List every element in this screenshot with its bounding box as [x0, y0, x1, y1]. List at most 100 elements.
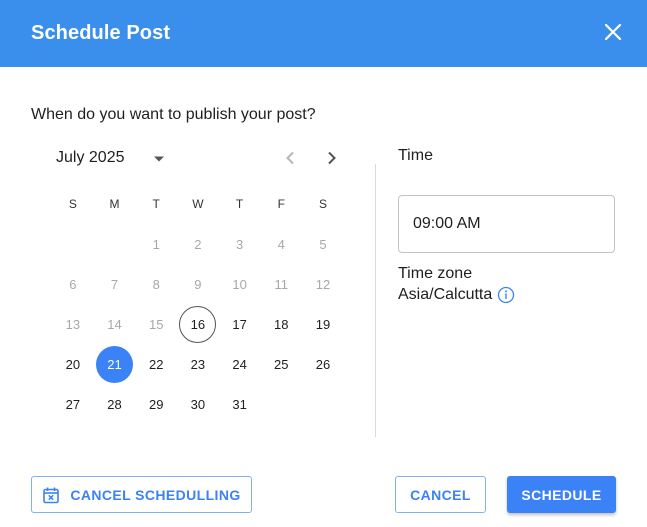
calendar-cell: 29: [135, 384, 177, 424]
weekday-label: F: [277, 197, 285, 211]
chevron-left-icon: [286, 151, 294, 165]
calendar-cell: 18: [260, 305, 302, 345]
info-icon[interactable]: [497, 286, 515, 304]
calendar-cell: 25: [260, 344, 302, 384]
calendar-day[interactable]: 25: [263, 346, 300, 383]
calendar-cell: 6: [52, 265, 94, 305]
weekday-label: M: [109, 197, 120, 211]
dialog-title: Schedule Post: [31, 22, 171, 44]
calendar-day[interactable]: 26: [304, 346, 341, 383]
calendar-day: 7: [110, 277, 119, 293]
calendar-cell: 10: [219, 265, 261, 305]
weekday-label: S: [318, 197, 327, 211]
schedule-label: SCHEDULE: [521, 486, 602, 503]
calendar-day[interactable]: 20: [54, 346, 91, 383]
calendar-cell: [302, 384, 344, 424]
calendar-day: 11: [274, 277, 289, 293]
calendar-cell: 11: [260, 265, 302, 305]
calendar-day: 12: [315, 277, 331, 293]
schedule-post-dialog: Schedule Post When do you want to publis…: [0, 0, 647, 527]
time-field[interactable]: 09:00 AM: [398, 195, 615, 253]
calendar-cancel-icon: [43, 487, 60, 503]
month-dropdown-button[interactable]: [150, 150, 168, 168]
cancel-scheduling-label: CANCEL SCHEDULLING: [70, 486, 241, 503]
time-label: Time: [398, 147, 433, 164]
calendar-day: 3: [235, 237, 244, 253]
calendar-cell: 17: [219, 305, 261, 345]
calendar-day: 14: [107, 316, 122, 332]
calendar-day: 8: [152, 277, 160, 293]
calendar-cell: 14: [94, 305, 136, 345]
chevron-down-icon: [154, 156, 164, 162]
calendar-cell: 24: [219, 344, 261, 384]
calendar-day[interactable]: 22: [138, 346, 175, 383]
calendar-cell: 12: [302, 265, 344, 305]
calendar-cell: 31: [219, 384, 261, 424]
calendar-day-selected[interactable]: 21: [96, 345, 134, 383]
calendar-day[interactable]: 18: [263, 306, 300, 343]
weekday-label: S: [68, 197, 77, 211]
weekday-label: W: [192, 197, 204, 211]
calendar-cell: 23: [177, 344, 219, 384]
calendar-cell: 22: [135, 344, 177, 384]
month-label: July 2025: [56, 149, 125, 166]
calendar-day[interactable]: 17: [221, 306, 258, 343]
calendar-day: 10: [232, 277, 247, 293]
calendar-cell: 20: [52, 344, 94, 384]
calendar-cell: 27: [52, 384, 94, 424]
calendar-cell: 8: [135, 265, 177, 305]
calendar-day: 4: [277, 237, 285, 253]
calendar-cell: [94, 225, 136, 265]
calendar-cell: 19: [302, 305, 344, 345]
timezone-value: Asia/Calcutta: [398, 286, 493, 303]
calendar-cell: [52, 225, 94, 265]
calendar-grid: 1 2 3 4 5 6 7 8 9 10 11 12 13 14 15 16 17 18 19 20 21 22 23 24 2…: [52, 225, 344, 424]
calendar-day[interactable]: 16: [179, 305, 217, 343]
calendar-day: 13: [65, 316, 81, 332]
weekday-label: T: [152, 197, 160, 211]
calendar-cell: 16: [177, 305, 219, 345]
calendar-day[interactable]: 28: [96, 386, 133, 423]
timezone-label: Time zone: [398, 265, 473, 282]
close-button[interactable]: [601, 20, 625, 44]
calendar-cell: 1: [135, 225, 177, 265]
calendar-cell: 21: [94, 344, 136, 384]
calendar-day: 5: [319, 237, 327, 253]
calendar-day[interactable]: 29: [138, 386, 175, 423]
calendar-day[interactable]: 24: [221, 346, 258, 383]
calendar-cell: 26: [302, 344, 344, 384]
calendar-cell: 7: [94, 265, 136, 305]
calendar-day: 6: [69, 277, 77, 293]
calendar-cell: 5: [302, 225, 344, 265]
cancel-button[interactable]: CANCEL: [395, 476, 486, 513]
calendar-cell: 3: [219, 225, 261, 265]
dialog-header: Schedule Post: [0, 0, 647, 67]
calendar-day[interactable]: 30: [179, 386, 216, 423]
weekday-header: SMTWTFS: [52, 194, 344, 214]
cancel-label: CANCEL: [410, 486, 471, 503]
calendar-cell: 13: [52, 305, 94, 345]
next-month-button[interactable]: [322, 148, 342, 168]
schedule-button[interactable]: SCHEDULE: [507, 476, 616, 513]
publish-question: When do you want to publish your post?: [31, 106, 316, 123]
calendar-cell: 2: [177, 225, 219, 265]
calendar-day[interactable]: 19: [304, 306, 341, 343]
calendar-cell: 9: [177, 265, 219, 305]
calendar-cell: 15: [135, 305, 177, 345]
timezone-row: Asia/Calcutta: [398, 286, 515, 304]
calendar-day[interactable]: 31: [221, 386, 258, 423]
chevron-right-icon: [328, 151, 336, 165]
close-icon: [604, 23, 622, 41]
calendar-cell: 30: [177, 384, 219, 424]
calendar-day: 2: [194, 237, 202, 253]
calendar-day[interactable]: 27: [54, 386, 91, 423]
calendar-cell: [260, 384, 302, 424]
calendar-day: 1: [152, 237, 160, 253]
calendar-day[interactable]: 23: [179, 346, 216, 383]
vertical-divider: [375, 164, 376, 437]
previous-month-button[interactable]: [280, 148, 300, 168]
calendar-cell: 28: [94, 384, 136, 424]
cancel-scheduling-button[interactable]: CANCEL SCHEDULLING: [31, 476, 252, 513]
time-value: 09:00 AM: [413, 215, 481, 232]
calendar-cell: 4: [260, 225, 302, 265]
